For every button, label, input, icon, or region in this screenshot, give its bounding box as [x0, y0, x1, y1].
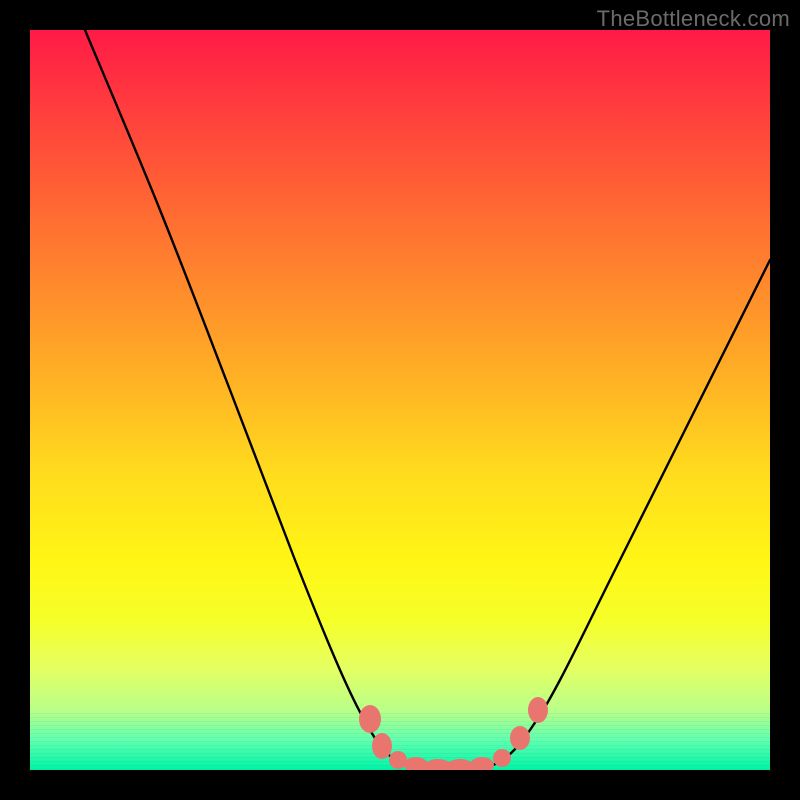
data-point-4: [424, 759, 452, 770]
data-point-7: [493, 749, 511, 767]
data-points-layer: [30, 30, 770, 770]
chart-frame: TheBottleneck.com: [0, 0, 800, 800]
data-point-5: [446, 759, 474, 770]
plot-area: [30, 30, 770, 770]
data-point-9: [528, 697, 548, 723]
data-point-2: [389, 751, 407, 769]
watermark-text: TheBottleneck.com: [597, 6, 790, 32]
bottom-band-stripes: [30, 710, 770, 770]
data-point-1: [372, 733, 392, 759]
data-point-0: [359, 705, 381, 733]
data-point-6: [470, 757, 494, 770]
bottleneck-curve: [30, 30, 770, 770]
data-point-8: [510, 726, 530, 750]
data-point-3: [404, 757, 428, 770]
